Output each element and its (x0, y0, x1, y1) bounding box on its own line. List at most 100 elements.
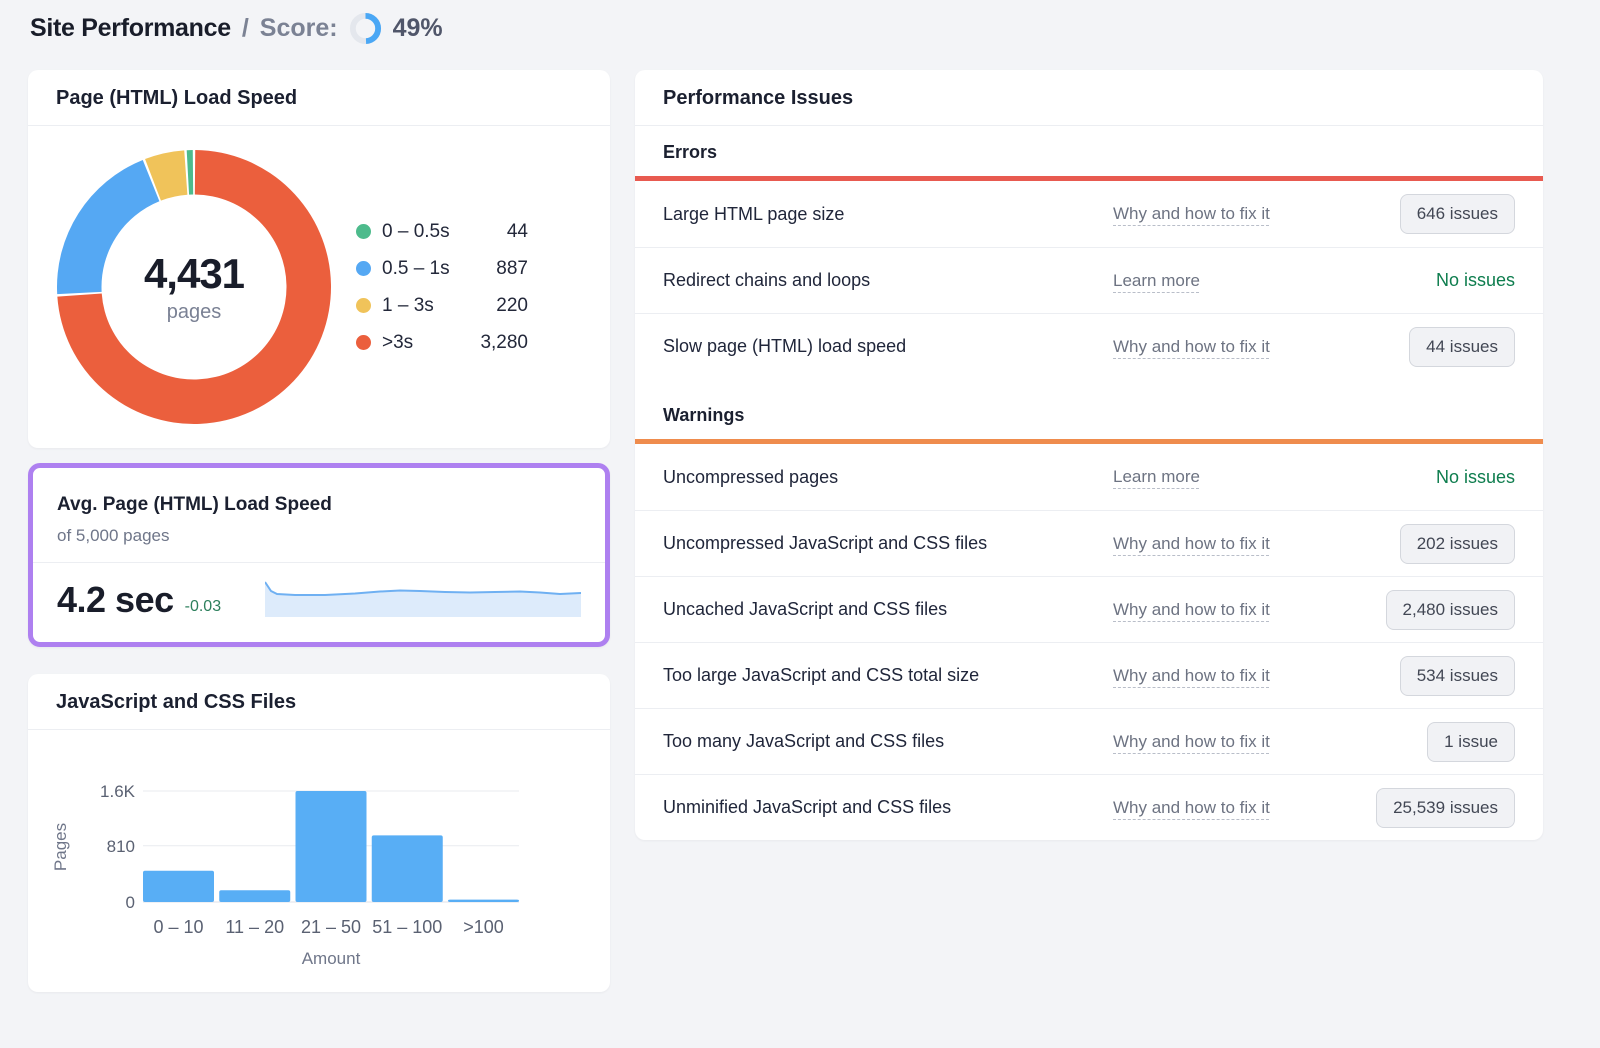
y-axis-title: Pages (52, 823, 70, 871)
donut-segment-0.5 – 1s[interactable] (57, 160, 159, 294)
issue-row: Slow page (HTML) load speedWhy and how t… (635, 313, 1543, 379)
issue-label: Large HTML page size (663, 204, 1113, 225)
page-load-speed-card: Page (HTML) Load Speed 4,431 pages 0 – 0… (28, 70, 610, 448)
legend-item-value: 887 (496, 258, 528, 280)
issue-rows: Large HTML page sizeWhy and how to fix i… (635, 181, 1543, 379)
score-value: 49% (393, 14, 443, 43)
issue-count-cell: 646 issues (1400, 194, 1515, 234)
y-axis-tick-label: 810 (107, 837, 135, 856)
site-performance-page: Site Performance / Score: 49% Page (HTML… (0, 0, 1600, 992)
issue-count-cell: 1 issue (1427, 722, 1515, 762)
issues-count-button[interactable]: 44 issues (1409, 327, 1515, 367)
fix-link[interactable]: Why and how to fix it (1113, 600, 1270, 620)
bar-51 – 100[interactable] (372, 835, 443, 902)
card-header: Page (HTML) Load Speed (28, 70, 610, 126)
x-axis-title: Amount (302, 949, 361, 968)
issue-row: Too large JavaScript and CSS total sizeW… (635, 642, 1543, 708)
issues-count-button[interactable]: 534 issues (1400, 656, 1515, 696)
legend-item-value: 220 (496, 295, 528, 317)
page-title: Site Performance (30, 14, 231, 43)
issue-count-cell: No issues (1436, 270, 1515, 291)
card-title: JavaScript and CSS Files (56, 691, 296, 713)
issue-label: Slow page (HTML) load speed (663, 336, 1113, 357)
x-axis-tick-label: >100 (463, 917, 504, 937)
legend-dot (356, 335, 371, 350)
fix-link[interactable]: Why and how to fix it (1113, 732, 1270, 752)
legend-item: 1 – 3s 220 (356, 295, 528, 317)
issue-section-heading: Errors (635, 126, 1543, 176)
issue-row: Uncompressed JavaScript and CSS filesWhy… (635, 510, 1543, 576)
issue-label: Redirect chains and loops (663, 270, 1113, 291)
donut-chart: 4,431 pages (54, 147, 334, 427)
issues-count-button[interactable]: 202 issues (1400, 524, 1515, 564)
legend-item-label: >3s (382, 332, 413, 354)
x-axis-tick-label: 21 – 50 (301, 917, 361, 937)
y-axis-tick-label: 1.6K (100, 782, 136, 801)
sparkline-svg (265, 577, 581, 617)
donut-svg (54, 147, 334, 427)
issue-row: Too many JavaScript and CSS filesWhy and… (635, 708, 1543, 774)
avg-speed-metric-area: 4.2 sec -0.03 (33, 563, 605, 642)
no-issues-label: No issues (1436, 467, 1515, 487)
issue-section-warnings: WarningsUncompressed pagesLearn moreNo i… (635, 379, 1543, 840)
card-title: Performance Issues (663, 87, 853, 109)
issue-count-cell: 44 issues (1409, 327, 1515, 367)
score-label: Score: (260, 14, 338, 43)
fix-link[interactable]: Learn more (1113, 271, 1200, 291)
y-axis-tick-label: 0 (126, 893, 135, 912)
js-css-files-card: JavaScript and CSS Files 08101.6K0 – 101… (28, 674, 610, 992)
fix-link[interactable]: Why and how to fix it (1113, 204, 1270, 224)
issue-label: Too many JavaScript and CSS files (663, 731, 1113, 752)
legend-item-value: 44 (507, 221, 528, 243)
issues-sections: ErrorsLarge HTML page sizeWhy and how to… (635, 126, 1543, 840)
issues-count-button[interactable]: 1 issue (1427, 722, 1515, 762)
legend-item: 0 – 0.5s 44 (356, 221, 528, 243)
fix-link[interactable]: Why and how to fix it (1113, 534, 1270, 554)
bar-11 – 20[interactable] (219, 890, 290, 902)
issue-row: Uncached JavaScript and CSS filesWhy and… (635, 576, 1543, 642)
fix-link[interactable]: Why and how to fix it (1113, 666, 1270, 686)
card-title: Page (HTML) Load Speed (56, 87, 297, 109)
score-ring-icon (349, 12, 382, 45)
title-separator: / (242, 14, 249, 43)
legend-item-label: 1 – 3s (382, 295, 434, 317)
issue-section-errors: ErrorsLarge HTML page sizeWhy and how to… (635, 126, 1543, 379)
legend-item: >3s 3,280 (356, 332, 528, 354)
legend-item-value: 3,280 (480, 332, 528, 354)
card-header: Avg. Page (HTML) Load Speed of 5,000 pag… (33, 468, 605, 563)
legend-dot (356, 224, 371, 239)
legend-dot (356, 298, 371, 313)
bar-chart-area: 08101.6K0 – 1011 – 2021 – 5051 – 100>100… (28, 730, 610, 992)
issue-count-cell: 202 issues (1400, 524, 1515, 564)
issues-count-button[interactable]: 25,539 issues (1376, 788, 1515, 828)
issue-label: Unminified JavaScript and CSS files (663, 797, 1113, 818)
bar-0 – 10[interactable] (143, 871, 214, 902)
donut-segment-0 – 0.5s[interactable] (187, 150, 193, 195)
fix-link[interactable]: Learn more (1113, 467, 1200, 487)
legend-dot (356, 261, 371, 276)
page-header: Site Performance / Score: 49% (0, 0, 1600, 44)
issue-row: Redirect chains and loopsLearn more No is… (635, 247, 1543, 313)
issue-row: Unminified JavaScript and CSS filesWhy a… (635, 774, 1543, 840)
avg-speed-change: -0.03 (185, 598, 221, 616)
bar-21 – 50[interactable] (296, 791, 367, 902)
issue-count-cell: 2,480 issues (1386, 590, 1515, 630)
fix-link[interactable]: Why and how to fix it (1113, 337, 1270, 357)
issue-count-cell: 534 issues (1400, 656, 1515, 696)
legend-item-label: 0.5 – 1s (382, 258, 450, 280)
bar-chart: 08101.6K0 – 1011 – 2021 – 5051 – 100>100… (52, 752, 582, 972)
issue-label: Too large JavaScript and CSS total size (663, 665, 1113, 686)
sparkline-area (265, 582, 581, 617)
metric-group: 4.2 sec -0.03 (57, 579, 221, 621)
fix-link[interactable]: Why and how to fix it (1113, 798, 1270, 818)
issue-label: Uncompressed JavaScript and CSS files (663, 533, 1113, 554)
issue-rows: Uncompressed pagesLearn moreNo issuesUnc… (635, 444, 1543, 840)
content-columns: Page (HTML) Load Speed 4,431 pages 0 – 0… (0, 44, 1600, 992)
issues-count-button[interactable]: 646 issues (1400, 194, 1515, 234)
bar->100[interactable] (448, 900, 519, 902)
issue-label: Uncached JavaScript and CSS files (663, 599, 1113, 620)
legend-item-label: 0 – 0.5s (382, 221, 450, 243)
issues-count-button[interactable]: 2,480 issues (1386, 590, 1515, 630)
card-header: JavaScript and CSS Files (28, 674, 610, 730)
issue-count-cell: 25,539 issues (1376, 788, 1515, 828)
